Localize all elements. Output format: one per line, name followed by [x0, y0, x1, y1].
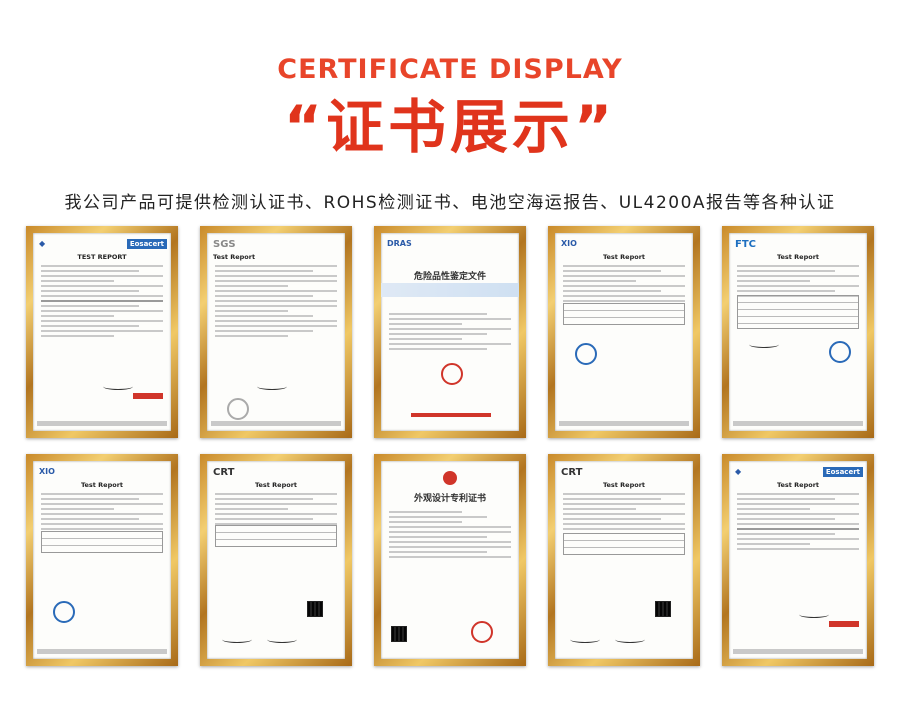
- cert-title: Test Report: [80, 481, 124, 489]
- stamp-icon: [133, 393, 163, 399]
- qr-code-icon: [391, 626, 407, 642]
- cert-logo: DRAS: [387, 239, 412, 248]
- signature-icon: [103, 383, 133, 390]
- cert-footer: [37, 649, 167, 654]
- signature-icon: [570, 636, 600, 643]
- certificate-paper: CRT Test Report: [555, 461, 693, 659]
- qr-code-icon: [307, 601, 323, 617]
- certificate-paper: 外观设计专利证书: [381, 461, 519, 659]
- cert-text-block: [563, 265, 685, 305]
- signature-icon: [615, 636, 645, 643]
- certificate-frame: XIO Test Report: [548, 226, 700, 438]
- cert-table: [737, 295, 859, 329]
- cert-badge: Eosacert: [126, 239, 167, 249]
- cert-text-block: [215, 265, 337, 340]
- cert-title: Test Report: [213, 253, 256, 261]
- cert-logo-icon: ◆: [735, 467, 742, 476]
- certificate-paper: ◆ Eosacert Test Report: [729, 461, 867, 659]
- certificate-frame: CRT Test Report: [548, 454, 700, 666]
- signature-icon: [749, 341, 779, 348]
- page-subtitle: 我公司产品可提供检测认证书、ROHS检测证书、电池空海运报告、UL4200A报告…: [64, 193, 836, 213]
- page-title-en: CERTIFICATE DISPLAY: [277, 54, 623, 85]
- certificate-paper: FTC Test Report: [729, 233, 867, 431]
- cert-footer: [733, 421, 863, 426]
- cert-title: Test Report: [254, 481, 298, 489]
- cert-logo: CRT: [561, 467, 583, 478]
- certificate-frame: XIO Test Report: [26, 454, 178, 666]
- certificate-paper: SGS Test Report: [207, 233, 345, 431]
- cert-footer: [37, 421, 167, 426]
- cert-logo: XIO: [39, 467, 55, 476]
- cert-title: Test Report: [602, 253, 646, 261]
- cert-text-block: [389, 313, 511, 353]
- cert-table: [41, 531, 163, 553]
- certificate-frame: ◆ Eosacert TEST REPORT: [26, 226, 178, 438]
- cert-title: Test Report: [602, 481, 646, 489]
- cert-title: Test Report: [776, 253, 820, 261]
- cert-title: TEST REPORT: [77, 253, 127, 261]
- certificate-paper: ◆ Eosacert TEST REPORT: [33, 233, 171, 431]
- cert-text-block: [737, 493, 859, 553]
- certificate-frame: 外观设计专利证书: [374, 454, 526, 666]
- signature-icon: [257, 383, 287, 390]
- cert-logo-icon: ◆: [39, 239, 46, 248]
- cert-table: [563, 303, 685, 325]
- page-title-cn: “证书展示”: [283, 93, 617, 161]
- seal-icon: [829, 341, 851, 363]
- signature-icon: [799, 611, 829, 618]
- certificate-frame: SGS Test Report: [200, 226, 352, 438]
- seal-icon: [471, 621, 493, 643]
- certificate-paper: XIO Test Report: [33, 461, 171, 659]
- cert-table: [563, 533, 685, 555]
- cert-text-block: [389, 511, 511, 561]
- seal-icon: [575, 343, 597, 365]
- patent-emblem-icon: [443, 471, 457, 485]
- cert-logo: CRT: [213, 467, 235, 478]
- seal-icon: [53, 601, 75, 623]
- certificate-paper: DRAS 危险品性鉴定文件: [381, 233, 519, 431]
- seal-icon: [227, 398, 249, 420]
- qr-code-icon: [655, 601, 671, 617]
- company-bar: [411, 413, 491, 417]
- certificate-paper: CRT Test Report: [207, 461, 345, 659]
- seal-icon: [441, 363, 463, 385]
- certificate-frame: CRT Test Report: [200, 454, 352, 666]
- cert-text-block: [41, 493, 163, 533]
- cert-logo: SGS: [213, 239, 236, 250]
- signature-icon: [222, 636, 252, 643]
- cert-text-block: [215, 493, 337, 528]
- cert-title: 危险品性鉴定文件: [413, 272, 486, 282]
- cert-footer: [559, 421, 689, 426]
- certificate-frame: ◆ Eosacert Test Report: [722, 454, 874, 666]
- cert-text-block: [41, 265, 163, 340]
- cert-title: Test Report: [776, 481, 820, 489]
- signature-icon: [267, 636, 297, 643]
- stamp-icon: [829, 621, 859, 627]
- cert-table: [215, 525, 337, 547]
- cert-text-block: [563, 493, 685, 533]
- certificate-frame: DRAS 危险品性鉴定文件: [374, 226, 526, 438]
- cert-banner: [381, 283, 519, 297]
- certificate-paper: XIO Test Report: [555, 233, 693, 431]
- cert-title: 外观设计专利证书: [413, 494, 486, 504]
- cert-logo: XIO: [561, 239, 577, 248]
- cert-logo: FTC: [735, 239, 756, 250]
- cert-badge: Eosacert: [822, 467, 863, 477]
- cert-footer: [211, 421, 341, 426]
- certificate-frame: FTC Test Report: [722, 226, 874, 438]
- cert-footer: [733, 649, 863, 654]
